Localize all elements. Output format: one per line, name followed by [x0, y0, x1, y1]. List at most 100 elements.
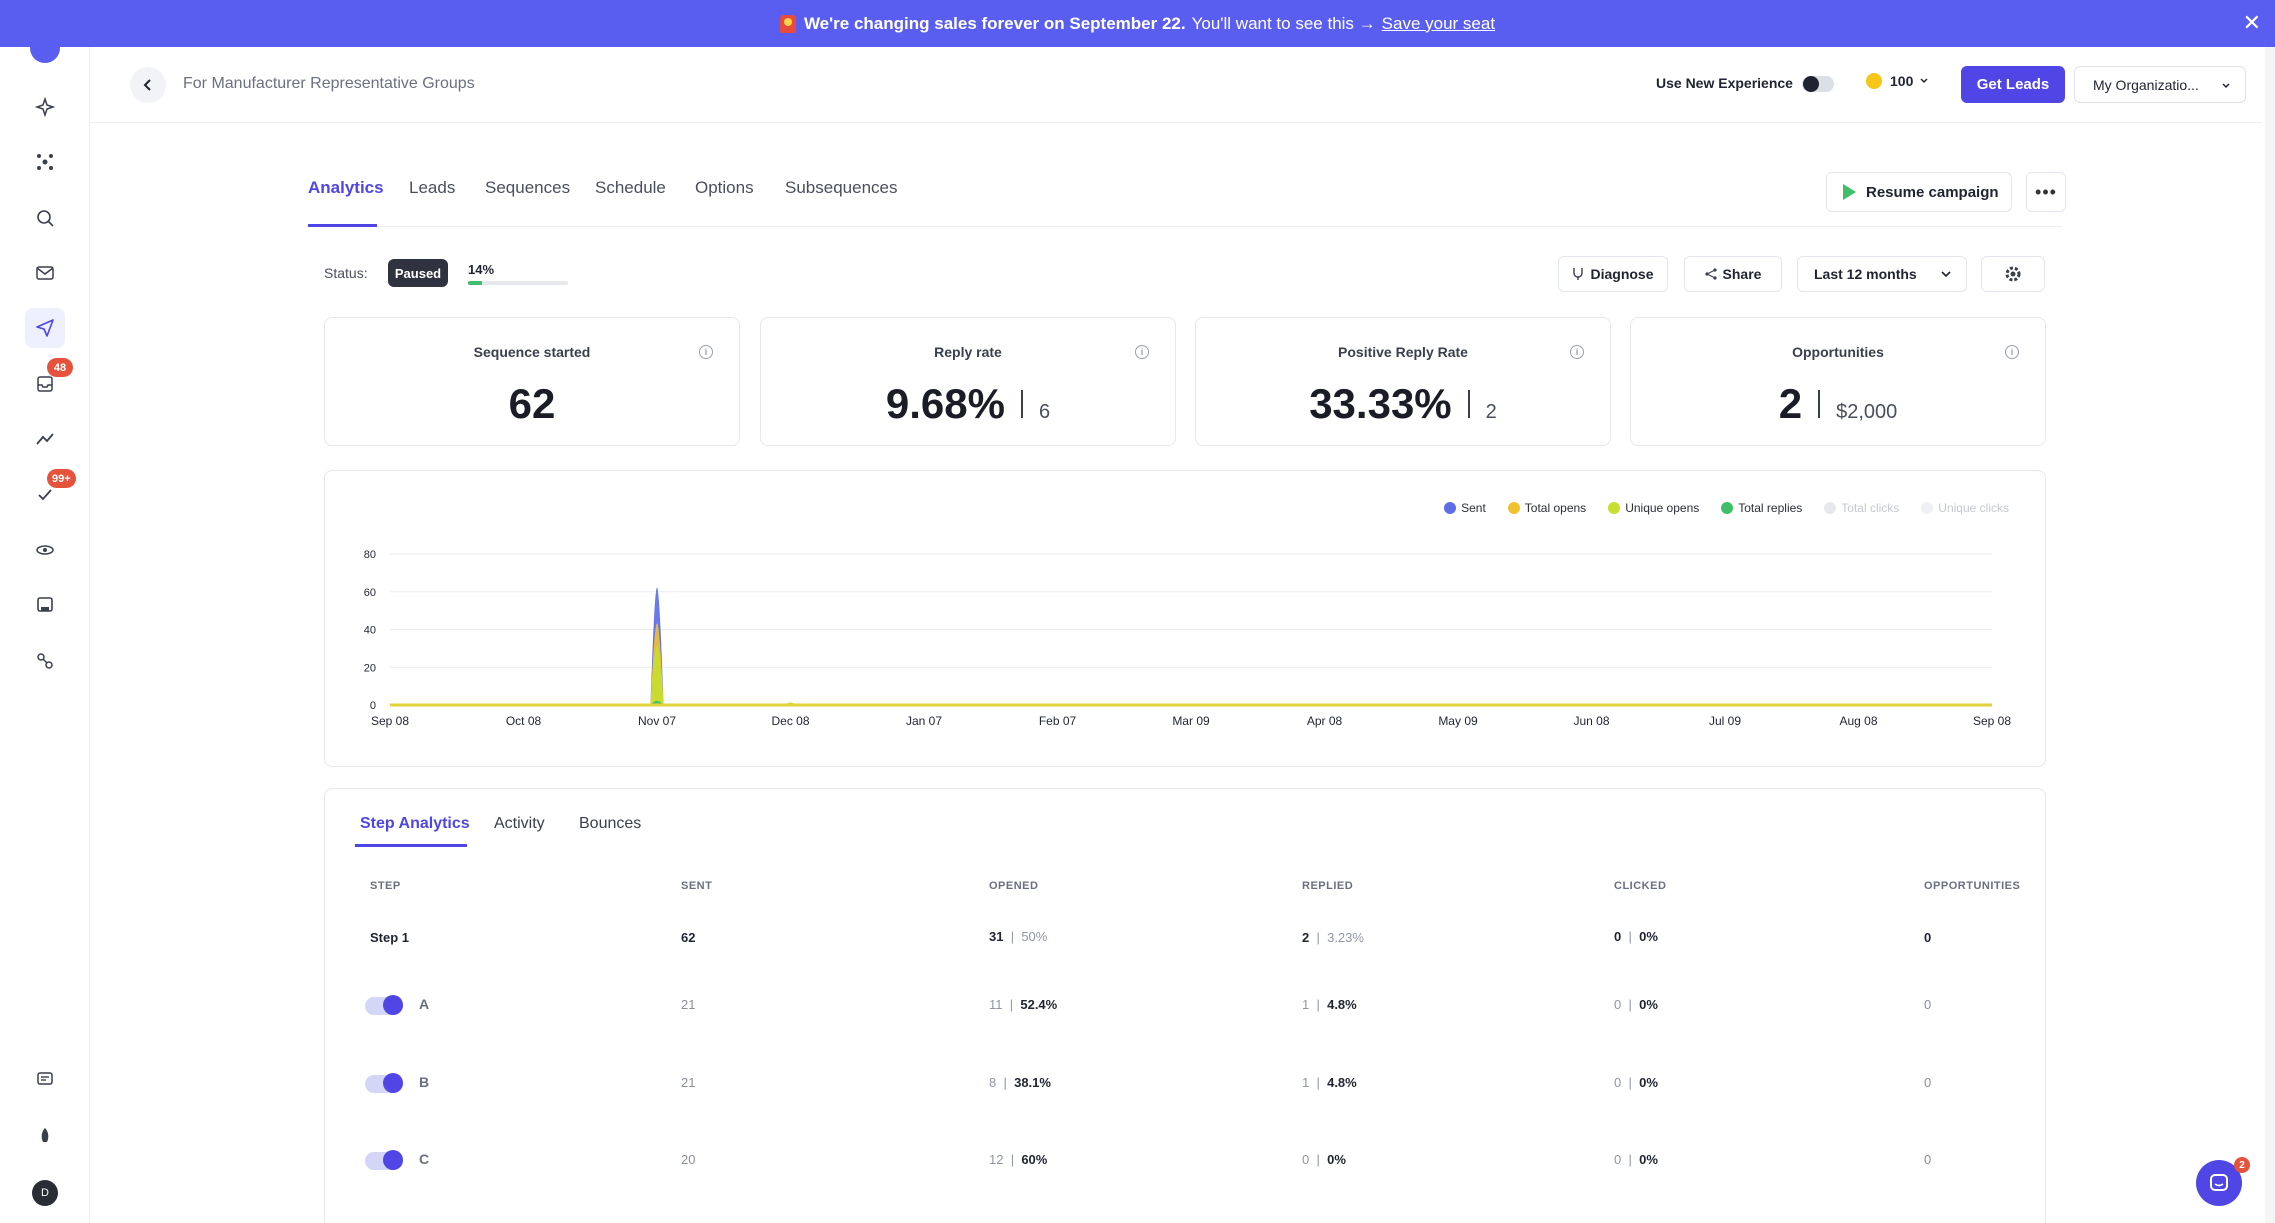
variant-label: A — [419, 996, 430, 1012]
inbox-icon[interactable]: 48 — [25, 358, 73, 404]
info-icon[interactable]: i — [1135, 345, 1149, 359]
sent-value: 20 — [681, 1152, 696, 1167]
new-experience-toggle[interactable] — [1802, 76, 1834, 92]
variant-toggle[interactable] — [365, 1073, 403, 1093]
sent-value: 62 — [681, 930, 696, 945]
card-value: 2 — [1778, 380, 1803, 427]
date-range-select[interactable]: Last 12 months — [1797, 256, 1967, 292]
y-tick-label: 60 — [364, 587, 376, 599]
col-replied: REPLIED — [1302, 880, 1354, 892]
info-icon[interactable]: i — [2005, 345, 2019, 359]
info-icon[interactable]: i — [699, 345, 713, 359]
legend-dot — [1608, 502, 1621, 514]
rocket-icon[interactable] — [25, 1116, 65, 1156]
get-leads-button[interactable]: Get Leads — [1961, 66, 2065, 103]
clicked-value: 0 | 0% — [1614, 997, 1658, 1012]
diagnose-label: Diagnose — [1590, 266, 1654, 282]
legend-dot — [1507, 502, 1520, 514]
legend-item[interactable]: Total clicks — [1824, 501, 1899, 515]
card-value: 9.68% — [885, 380, 1005, 427]
x-tick-label: Jun 08 — [1573, 714, 1609, 728]
col-clicked: CLICKED — [1614, 880, 1667, 892]
mail-icon[interactable] — [25, 253, 65, 293]
crm-icon[interactable] — [25, 530, 65, 570]
chevron-down-icon — [1941, 271, 1951, 278]
feedback-icon[interactable] — [25, 1060, 65, 1100]
legend-label: Sent — [1461, 501, 1486, 515]
page-scrollbar[interactable] — [2265, 47, 2275, 1223]
x-tick-label: May 09 — [1438, 714, 1478, 728]
integrations-icon[interactable] — [25, 641, 65, 681]
banner-subtext: You'll want to see this → — [1191, 13, 1376, 33]
search-icon[interactable] — [25, 198, 65, 238]
workspace-avatar[interactable] — [30, 33, 60, 63]
opened-value: 11 | 52.4% — [989, 997, 1058, 1012]
organization-select[interactable]: My Organizatio... — [2074, 66, 2246, 103]
chart-legend: Sent Total opens Unique opens Total replies… — [1422, 501, 2009, 515]
card-subvalue: $2,000 — [1836, 401, 1898, 423]
opportunities-value: 0 — [1924, 997, 1932, 1012]
save-seat-link[interactable]: Save your seat — [1382, 14, 1495, 34]
inbox-badge: 48 — [47, 358, 73, 377]
legend-item[interactable]: Sent — [1444, 501, 1486, 515]
settings-button[interactable] — [1981, 256, 2045, 292]
x-tick-label: Feb 07 — [1039, 714, 1077, 728]
tab-leads[interactable]: Leads — [409, 178, 455, 198]
legend-item[interactable]: Unique opens — [1608, 501, 1699, 515]
variant-label: B — [419, 1074, 430, 1090]
new-experience-label: Use New Experience — [1656, 75, 1793, 91]
x-tick-label: Nov 07 — [638, 714, 676, 728]
col-opened: OPENED — [989, 880, 1039, 892]
tab-sequences[interactable]: Sequences — [485, 178, 570, 198]
card-opportunities: Opportunities i 2 $2,000 — [1630, 317, 2046, 446]
send-icon[interactable] — [25, 308, 65, 348]
legend-label: Total opens — [1524, 501, 1587, 515]
close-icon[interactable]: ✕ — [2243, 10, 2261, 36]
legend-label: Total clicks — [1841, 501, 1900, 515]
legend-item[interactable]: Total replies — [1721, 501, 1802, 515]
trend-icon[interactable] — [25, 419, 65, 459]
replied-value: 1 | 4.8% — [1302, 1075, 1357, 1090]
opportunities-value: 0 — [1924, 930, 1932, 945]
tab-subsequences[interactable]: Subsequences — [785, 178, 897, 198]
progress-bar — [468, 281, 568, 285]
lightning-coin-icon — [1866, 73, 1882, 89]
variant-toggle[interactable] — [365, 995, 403, 1015]
legend-dot — [1721, 502, 1734, 514]
diagnose-button[interactable]: Diagnose — [1558, 256, 1668, 292]
templates-icon[interactable] — [25, 585, 65, 625]
tab-analytics[interactable]: Analytics — [308, 178, 384, 198]
legend-item[interactable]: Unique clicks — [1921, 501, 2009, 515]
x-tick-label: Mar 09 — [1172, 714, 1210, 728]
tab-step-analytics[interactable]: Step Analytics — [360, 815, 470, 833]
progress-fill — [468, 281, 482, 285]
card-label: Sequence started — [473, 344, 591, 360]
legend-label: Unique clicks — [1938, 501, 2009, 515]
tab-activity[interactable]: Activity — [494, 815, 545, 833]
siren-icon — [779, 14, 796, 33]
tab-bounces[interactable]: Bounces — [579, 815, 641, 833]
share-button[interactable]: Share — [1684, 256, 1782, 292]
series-area — [390, 623, 1992, 706]
sparkle-icon[interactable] — [25, 87, 65, 127]
chart-plot: 0 20 40 60 80 Sep 08 Oct 08 Nov 07 Dec 08 Jan 07 F… — [364, 549, 2012, 728]
legend-item[interactable]: Total opens — [1507, 501, 1587, 515]
x-tick-label: Dec 08 — [771, 714, 809, 728]
credits-dropdown[interactable]: 100 — [1866, 73, 1929, 89]
legend-dot — [1444, 502, 1457, 514]
tasks-icon[interactable]: 99+ — [25, 469, 76, 515]
opened-value: 8 | 38.1% — [989, 1075, 1051, 1090]
info-icon[interactable]: i — [1570, 345, 1584, 359]
sent-value: 21 — [681, 1075, 696, 1090]
resume-label: Resume campaign — [1866, 183, 1999, 201]
card-sequence-started: Sequence started i 62 — [324, 317, 740, 446]
resume-campaign-button[interactable]: Resume campaign — [1826, 172, 2012, 212]
tab-schedule[interactable]: Schedule — [595, 178, 666, 198]
user-avatar[interactable]: D — [32, 1180, 58, 1206]
tab-options[interactable]: Options — [695, 178, 754, 198]
network-icon[interactable] — [25, 142, 65, 182]
more-options-button[interactable]: ••• — [2026, 172, 2066, 212]
play-icon — [1843, 184, 1856, 200]
back-button[interactable] — [130, 67, 166, 103]
variant-toggle[interactable] — [365, 1150, 403, 1170]
